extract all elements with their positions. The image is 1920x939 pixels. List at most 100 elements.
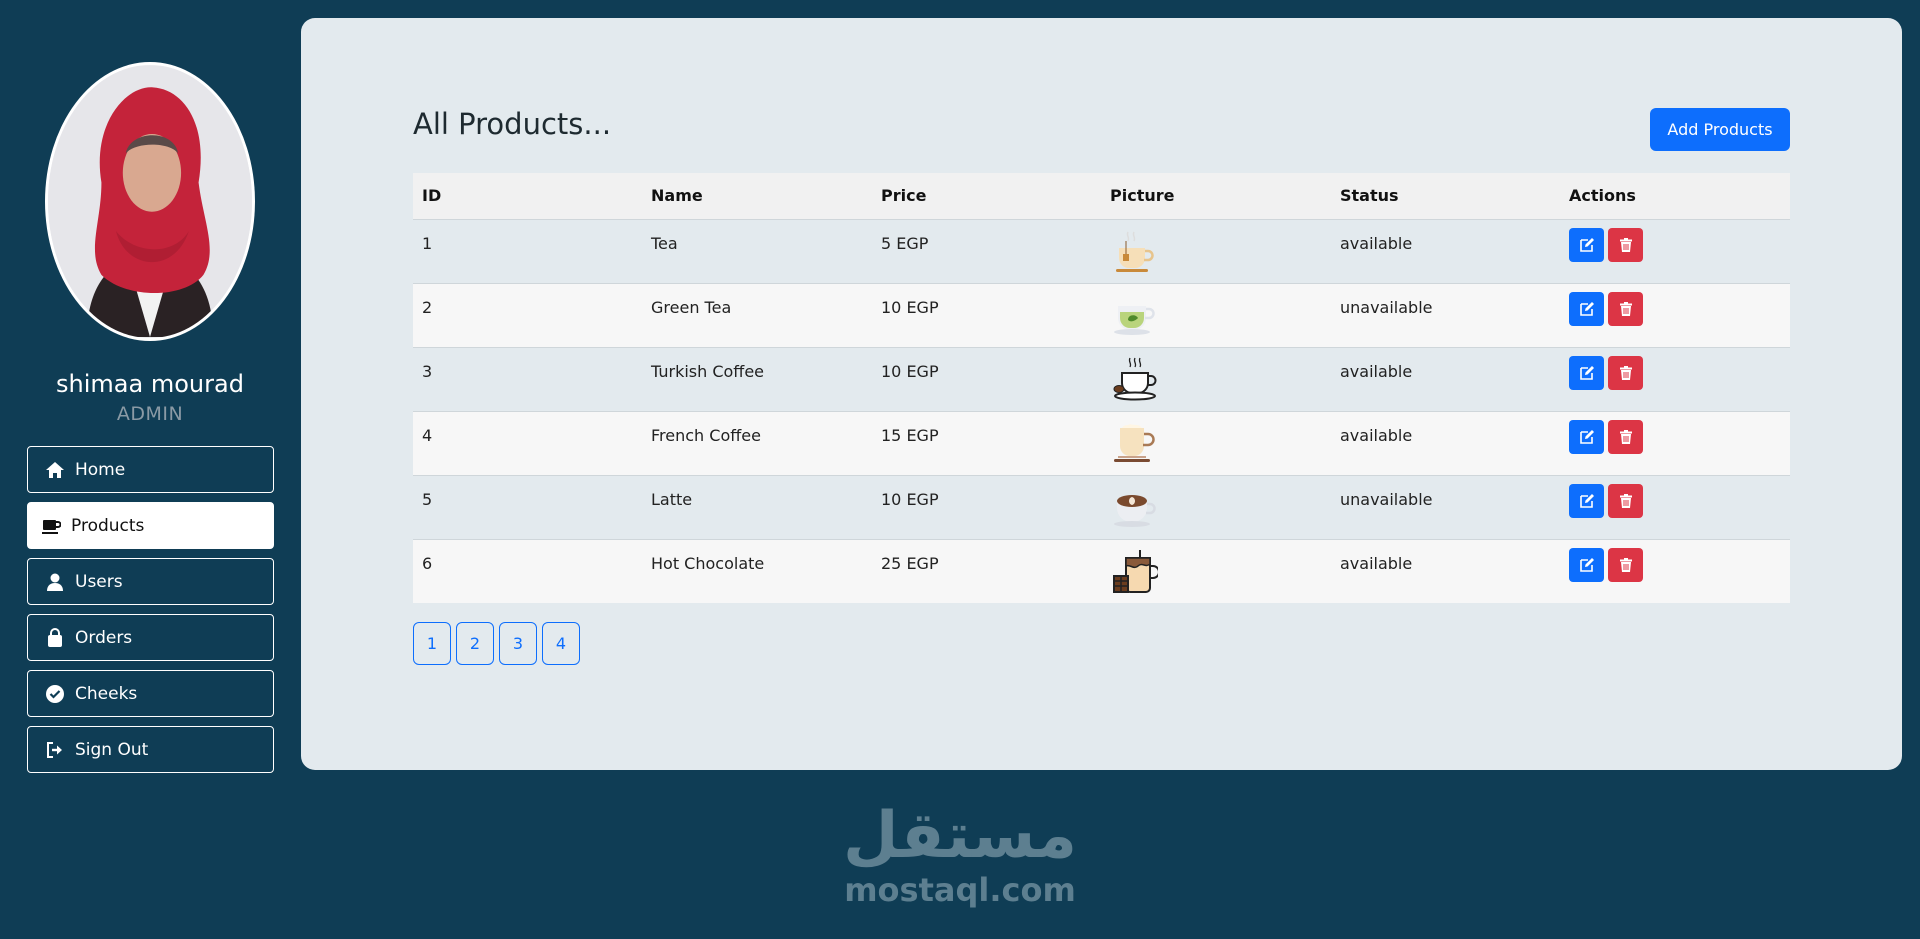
- row-status: available: [1340, 361, 1413, 381]
- sidebar-item-label: Cheeks: [75, 683, 138, 704]
- row-id: 5: [422, 489, 433, 509]
- delete-button[interactable]: [1608, 547, 1643, 582]
- sidebar-item-home[interactable]: Home: [27, 446, 274, 493]
- column-header-picture: Picture: [1110, 186, 1175, 206]
- sign-out-icon: [44, 740, 66, 760]
- page-button-1[interactable]: 1: [413, 622, 451, 665]
- profile-photo: [48, 65, 252, 338]
- trash-icon: [1619, 429, 1632, 444]
- tea-cup-icon: [1116, 231, 1154, 272]
- sidebar-item-cheeks[interactable]: Cheeks: [27, 670, 274, 717]
- trash-icon: [1619, 493, 1632, 508]
- row-picture: [1101, 411, 1331, 475]
- row-name: Green Tea: [651, 297, 732, 317]
- table-row: 2 Green Tea 10 EGP unavailable: [413, 283, 1790, 347]
- row-name: Hot Chocolate: [651, 553, 765, 573]
- user-icon: [44, 572, 66, 592]
- delete-button[interactable]: [1608, 291, 1643, 326]
- row-price: 15 EGP: [881, 425, 939, 445]
- edit-button[interactable]: [1569, 483, 1604, 518]
- coffee-mug-icon: [40, 516, 62, 536]
- trash-icon: [1619, 237, 1632, 252]
- sidebar-item-label: Home: [75, 459, 126, 480]
- page-title: All Products...: [413, 107, 612, 141]
- row-name: French Coffee: [651, 425, 761, 445]
- products-table: ID Name Price Picture Status Actions 1 T…: [413, 173, 1790, 603]
- watermark-latin: mostaql.com: [844, 871, 1076, 909]
- trash-icon: [1619, 301, 1632, 316]
- sidebar: shimaa mourad ADMIN Home Products Users …: [0, 0, 300, 939]
- edit-icon: [1579, 365, 1594, 380]
- row-status: available: [1340, 233, 1413, 253]
- user-name: shimaa mourad: [56, 370, 244, 398]
- edit-icon: [1579, 557, 1594, 572]
- sidebar-item-label: Orders: [75, 627, 133, 648]
- table-header-row: ID Name Price Picture Status Actions: [413, 173, 1790, 219]
- row-picture: [1101, 539, 1331, 603]
- edit-button[interactable]: [1569, 419, 1604, 454]
- table-row: 4 French Coffee 15 EGP available: [413, 411, 1790, 475]
- row-actions: [1560, 219, 1790, 283]
- row-picture: [1101, 347, 1331, 411]
- edit-icon: [1579, 429, 1594, 444]
- sidebar-item-sign-out[interactable]: Sign Out: [27, 726, 274, 773]
- row-actions: [1560, 539, 1790, 603]
- row-actions: [1560, 347, 1790, 411]
- row-id: 3: [422, 361, 433, 381]
- sidebar-item-users[interactable]: Users: [27, 558, 274, 605]
- row-price: 5 EGP: [881, 233, 929, 253]
- add-products-button[interactable]: Add Products: [1650, 108, 1790, 151]
- column-header-price: Price: [881, 186, 927, 206]
- turkish-coffee-icon: [1113, 357, 1157, 400]
- avatar: [45, 62, 255, 341]
- edit-icon: [1579, 493, 1594, 508]
- edit-button[interactable]: [1569, 547, 1604, 582]
- row-price: 10 EGP: [881, 297, 939, 317]
- row-name: Tea: [651, 233, 678, 253]
- page-button-2[interactable]: 2: [456, 622, 494, 665]
- row-id: 2: [422, 297, 433, 317]
- row-status: unavailable: [1340, 489, 1433, 509]
- edit-icon: [1579, 301, 1594, 316]
- french-coffee-icon: [1114, 423, 1155, 462]
- edit-button[interactable]: [1569, 355, 1604, 390]
- edit-button[interactable]: [1569, 291, 1604, 326]
- row-price: 10 EGP: [881, 489, 939, 509]
- edit-button[interactable]: [1569, 227, 1604, 262]
- table-row: 6 Hot Chocolate 25 EGP available: [413, 539, 1790, 603]
- row-actions: [1560, 475, 1790, 539]
- sidebar-item-label: Sign Out: [75, 739, 149, 760]
- page-button-4[interactable]: 4: [542, 622, 580, 665]
- trash-icon: [1619, 557, 1632, 572]
- trash-icon: [1619, 365, 1632, 380]
- hot-chocolate-icon: [1113, 549, 1158, 593]
- delete-button[interactable]: [1608, 483, 1643, 518]
- row-price: 10 EGP: [881, 361, 939, 381]
- sidebar-item-orders[interactable]: Orders: [27, 614, 274, 661]
- row-id: 1: [422, 233, 433, 253]
- delete-button[interactable]: [1608, 227, 1643, 262]
- row-status: available: [1340, 553, 1413, 573]
- delete-button[interactable]: [1608, 419, 1643, 454]
- row-status: unavailable: [1340, 297, 1433, 317]
- delete-button[interactable]: [1608, 355, 1643, 390]
- table-row: 5 Latte 10 EGP unavailable: [413, 475, 1790, 539]
- sidebar-item-label: Products: [71, 515, 145, 536]
- row-name: Turkish Coffee: [651, 361, 765, 381]
- page-button-3[interactable]: 3: [499, 622, 537, 665]
- edit-icon: [1579, 237, 1594, 252]
- green-tea-icon: [1114, 305, 1155, 335]
- sidebar-item-label: Users: [75, 571, 123, 592]
- row-name: Latte: [651, 489, 693, 509]
- sidebar-item-products[interactable]: Products: [27, 502, 274, 549]
- home-icon: [44, 460, 66, 480]
- sidebar-nav: Home Products Users Orders Cheeks Sign O…: [27, 446, 274, 782]
- table-row: 3 Turkish Coffee 10 EGP available: [413, 347, 1790, 411]
- column-header-name: Name: [651, 186, 703, 206]
- row-id: 4: [422, 425, 433, 445]
- column-header-actions: Actions: [1569, 186, 1636, 206]
- shopping-bag-icon: [44, 627, 66, 648]
- watermark: مستقل mostaql.com: [830, 800, 1090, 908]
- watermark-arabic: مستقل: [842, 799, 1078, 873]
- pagination: 1 2 3 4: [413, 622, 580, 665]
